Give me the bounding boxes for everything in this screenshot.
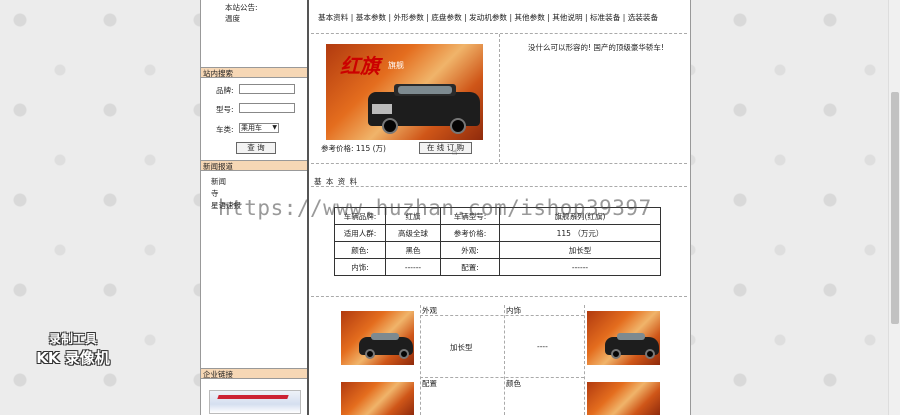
news-item[interactable]: 新闻 bbox=[211, 176, 226, 187]
tab-basic-params[interactable]: 基本参数 bbox=[356, 13, 386, 22]
car-wheel bbox=[382, 118, 398, 134]
table-cell: 内饰: bbox=[334, 258, 386, 276]
product-image: 红旗 旗舰 bbox=[326, 44, 483, 140]
car-wheel bbox=[611, 349, 621, 359]
notice-title: 本站公告: bbox=[225, 3, 258, 12]
divider bbox=[420, 377, 584, 378]
table-row: 适用人群: 高级全球 参考价格: 115 （万元） bbox=[334, 224, 661, 242]
exterior-label: 外观 bbox=[422, 306, 437, 315]
type-select[interactable]: 乘用车 ▼ bbox=[239, 123, 279, 133]
tab-exterior-params[interactable]: 外形参数 bbox=[394, 13, 424, 22]
price-text: 参考价格: 115 (万) bbox=[321, 144, 386, 153]
scrollbar[interactable] bbox=[888, 0, 900, 415]
table-row: 内饰: ------ 配置: ------ bbox=[334, 258, 661, 276]
tab-bar: 基本资料 | 基本参数 | 外形参数 | 底盘参数 | 发动机参数 | 其他参数… bbox=[318, 13, 659, 22]
model-label: 型号: bbox=[216, 105, 234, 114]
recorder-logo: 录制工具 KK 录像机 bbox=[23, 330, 123, 368]
product-slogan: 没什么可以形容的! 国产的顶级豪华轿车! bbox=[528, 43, 664, 52]
order-online-button[interactable]: 在 线 订 购 bbox=[419, 142, 472, 154]
gallery-image[interactable] bbox=[587, 382, 660, 415]
table-cell: 高级全球 bbox=[385, 224, 441, 242]
image-logo: 红旗 bbox=[340, 54, 380, 78]
interior-value: ---- bbox=[537, 342, 548, 351]
table-cell: 115 （万元） bbox=[499, 224, 661, 242]
table-cell: 外观: bbox=[440, 241, 500, 259]
brand-label: 品牌: bbox=[216, 86, 234, 95]
gallery-image[interactable] bbox=[341, 382, 414, 415]
divider bbox=[311, 186, 687, 187]
car-window bbox=[371, 333, 399, 340]
model-input[interactable] bbox=[239, 103, 295, 113]
car-grille bbox=[372, 104, 392, 114]
gallery-image[interactable] bbox=[341, 311, 414, 365]
config-label: 配置 bbox=[422, 379, 437, 388]
partner-banner[interactable] bbox=[209, 390, 301, 414]
divider bbox=[584, 305, 585, 415]
tab-other-notes[interactable]: 其他说明 bbox=[552, 13, 582, 22]
tab-optional-equipment[interactable]: 选装装备 bbox=[628, 13, 658, 22]
type-select-value: 乘用车 bbox=[241, 124, 262, 132]
table-cell: 配置: bbox=[440, 258, 500, 276]
tab-standard-equipment[interactable]: 标准装备 bbox=[590, 13, 620, 22]
tab-other-params[interactable]: 其他参数 bbox=[514, 13, 544, 22]
search-header: 站内搜索 bbox=[201, 67, 307, 78]
divider bbox=[420, 305, 421, 415]
car-wheel bbox=[399, 349, 409, 359]
chevron-down-icon: ▼ bbox=[272, 124, 277, 131]
divider bbox=[311, 163, 687, 164]
table-cell: 黑色 bbox=[385, 241, 441, 259]
exterior-value: 加长型 bbox=[450, 343, 473, 352]
image-subtitle: 旗舰 bbox=[388, 61, 404, 70]
car-wheel bbox=[365, 349, 375, 359]
divider bbox=[311, 296, 687, 297]
table-cell: 适用人群: bbox=[334, 224, 386, 242]
table-cell: 加长型 bbox=[499, 241, 661, 259]
table-cell: 颜色: bbox=[334, 241, 386, 259]
car-wheel bbox=[450, 118, 466, 134]
tab-engine-params[interactable]: 发动机参数 bbox=[469, 13, 507, 22]
banner-stripe bbox=[217, 395, 289, 399]
table-row: 颜色: 黑色 外观: 加长型 bbox=[334, 241, 661, 259]
brand-input[interactable] bbox=[239, 84, 295, 94]
table-cell: ------ bbox=[499, 258, 661, 276]
type-label: 车类: bbox=[216, 125, 234, 134]
car-wheel bbox=[645, 349, 655, 359]
car-window bbox=[398, 86, 452, 94]
recorder-line1: 录制工具 bbox=[48, 332, 97, 346]
links-header: 企业链接 bbox=[201, 368, 307, 379]
color-label: 颜色 bbox=[506, 379, 521, 388]
mouse-cursor-icon: ☝ bbox=[452, 148, 458, 158]
recorder-line2: KK 录像机 bbox=[36, 349, 110, 367]
gallery-image[interactable] bbox=[587, 311, 660, 365]
scrollbar-thumb[interactable] bbox=[891, 92, 899, 324]
table-cell: 参考价格: bbox=[440, 224, 500, 242]
notice-item[interactable]: 温度 bbox=[225, 13, 240, 24]
divider bbox=[499, 34, 500, 162]
query-button[interactable]: 查 询 bbox=[236, 142, 276, 154]
car-window bbox=[617, 333, 645, 340]
tab-basic-info[interactable]: 基本资料 bbox=[318, 13, 348, 22]
tab-chassis-params[interactable]: 底盘参数 bbox=[431, 13, 461, 22]
divider bbox=[420, 315, 584, 316]
table-cell: ------ bbox=[385, 258, 441, 276]
watermark-text: https://www.huzhan.com/ishop39397 bbox=[218, 196, 652, 220]
divider bbox=[504, 305, 505, 415]
news-header: 新闻报道 bbox=[201, 160, 307, 171]
interior-label: 内饰 bbox=[506, 306, 521, 315]
